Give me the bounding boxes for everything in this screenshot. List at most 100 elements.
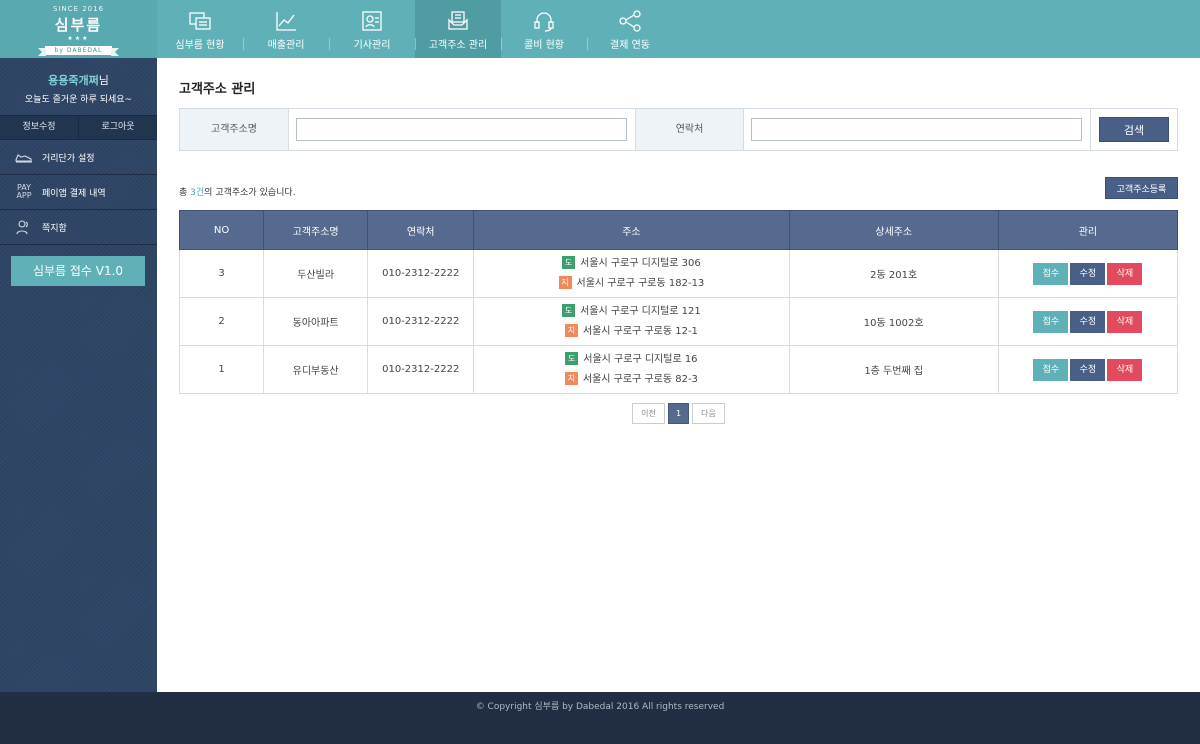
nav-item-call-fee[interactable]: 콜비 현황 (501, 0, 587, 58)
road-address: 도 서울시 구로구 디지털로 306 (474, 254, 788, 274)
sidebar-item-payapp-history[interactable]: PAY APP 페이앱 결제 내역 (0, 175, 157, 210)
logo-stars: ★★★ (67, 35, 90, 42)
cell-actions: 접수 수정 삭제 (997, 297, 1179, 346)
page-title: 고객주소 관리 (179, 82, 256, 97)
count-suffix: 의 고객주소가 있습니다. (204, 188, 296, 198)
count-value: 3건 (190, 188, 205, 198)
line-chart-icon (276, 12, 296, 31)
lot-address: 지 서울시 구로구 구로동 182-13 (474, 274, 788, 294)
col-header-no: NO (178, 210, 265, 250)
logo[interactable]: SINCE 2016 심부름 ★★★ by DABEDAL (0, 0, 157, 58)
greeting-text: 오늘도 즐거운 하루 되세요~ (24, 95, 133, 105)
errand-order-button[interactable]: 심부름 접수 V1.0 (11, 256, 145, 286)
user-info: 용용죽개쩌님 오늘도 즐거운 하루 되세요~ (0, 58, 157, 115)
nav-item-sales[interactable]: 매출관리 (243, 0, 329, 58)
lot-address-tag: 지 (564, 372, 578, 385)
top-bar: SINCE 2016 심부름 ★★★ by DABEDAL 심부름 현황 매출관… (0, 0, 1200, 58)
chat-list-icon (189, 12, 211, 30)
logo-since: SINCE 2016 (52, 5, 105, 13)
lot-address-text: 서울시 구로구 구로동 82-3 (582, 373, 698, 385)
cell-name: 동아아파트 (263, 297, 369, 346)
sidebar-item-messages[interactable]: 쪽지함 (0, 210, 157, 245)
cell-detail: 10동 1002호 (788, 297, 999, 346)
lot-address-tag: 지 (564, 324, 578, 337)
lot-address-text: 서울시 구로구 구로동 182-13 (576, 277, 705, 289)
cell-phone: 010-2312-2222 (367, 249, 475, 298)
nav-label: 심부름 현황 (175, 40, 225, 51)
cell-detail: 1층 두번째 집 (788, 345, 999, 394)
headset-icon (534, 12, 554, 32)
cell-detail: 2동 201호 (788, 249, 999, 298)
result-count: 총 3건의 고객주소가 있습니다. (179, 185, 296, 198)
cell-actions: 접수 수정 삭제 (997, 249, 1179, 298)
delete-button[interactable]: 삭제 (1107, 358, 1143, 381)
lot-address: 지 서울시 구로구 구로동 82-3 (474, 370, 788, 390)
delete-button[interactable]: 삭제 (1107, 310, 1143, 333)
accept-button[interactable]: 접수 (1033, 358, 1069, 381)
phone-field-wrap (744, 109, 1091, 150)
accept-button[interactable]: 접수 (1033, 310, 1069, 333)
nav-label: 고객주소 관리 (428, 40, 488, 51)
edit-button[interactable]: 수정 (1070, 358, 1106, 381)
road-address-tag: 도 (565, 352, 579, 365)
road-address-text: 서울시 구로구 디지털로 16 (583, 353, 698, 365)
nav-item-drivers[interactable]: 기사관리 (329, 0, 415, 58)
nav-label: 결제 연동 (610, 40, 650, 51)
col-header-name: 고객주소명 (263, 210, 369, 250)
nav-item-payment[interactable]: 결제 연동 (587, 0, 673, 58)
table-header-row: NO 고객주소명 연락처 주소 상세주소 관리 (178, 210, 1179, 250)
lot-address-text: 서울시 구로구 구로동 12-1 (582, 325, 698, 337)
profile-edit-link[interactable]: 정보수정 (0, 116, 78, 139)
side-menu: 거리단가 설정 PAY APP 페이앱 결제 내역 쪽지함 (0, 140, 157, 245)
inbox-icon (448, 11, 468, 30)
page-1-button[interactable]: 1 (668, 403, 689, 424)
delete-button[interactable]: 삭제 (1107, 262, 1143, 285)
main-content: 고객주소 관리 고객주소명 연락처 검색 총 3건의 고객주소가 있습니다. 고… (157, 58, 1200, 692)
nickname-suffix: 님 (98, 74, 109, 87)
next-page-button[interactable]: 다음 (692, 403, 725, 424)
sidebar-item-label: 거리단가 설정 (42, 153, 95, 164)
sidebar-item-distance-rate[interactable]: 거리단가 설정 (0, 140, 157, 175)
sidebar-item-label: 쪽지함 (42, 223, 67, 234)
main-nav: 심부름 현황 매출관리 기사관리 고객주소 관리 콜비 현황 결제 연동 (157, 0, 673, 58)
phone-input[interactable] (751, 118, 1082, 141)
search-button[interactable]: 검색 (1099, 117, 1169, 142)
logo-name: 심부름 (54, 16, 103, 34)
search-button-wrap: 검색 (1091, 109, 1177, 150)
logout-link[interactable]: 로그아웃 (78, 116, 157, 139)
col-header-manage: 관리 (997, 210, 1179, 250)
table-row: 3 두산빌라 010-2312-2222 도 서울시 구로구 디지털로 306 지… (178, 249, 1179, 298)
register-address-button[interactable]: 고객주소등록 (1105, 177, 1178, 199)
edit-button[interactable]: 수정 (1070, 262, 1106, 285)
nav-item-errand-status[interactable]: 심부름 현황 (157, 0, 243, 58)
sidebar-item-label: 페이앱 결제 내역 (42, 188, 106, 199)
road-address-tag: 도 (562, 304, 576, 317)
user-nickname: 용용죽개쩌 (48, 74, 99, 87)
edit-button[interactable]: 수정 (1070, 310, 1106, 333)
user-greeting-name: 용용죽개쩌님 (0, 72, 157, 88)
cell-actions: 접수 수정 삭제 (997, 345, 1179, 394)
logo-ribbon: by DABEDAL (37, 46, 120, 56)
cell-name: 유디부동산 (263, 345, 369, 394)
users-icon (14, 219, 34, 235)
copyright-text: © Copyright 심부름 by Dabedal 2016 All righ… (475, 702, 725, 712)
prev-page-button[interactable]: 이전 (632, 403, 665, 424)
phone-label: 연락처 (636, 109, 744, 150)
address-name-input[interactable] (296, 118, 627, 141)
count-prefix: 총 (179, 188, 191, 198)
nav-item-customer-address[interactable]: 고객주소 관리 (415, 0, 501, 58)
cell-no: 2 (178, 297, 265, 346)
footer: © Copyright 심부름 by Dabedal 2016 All righ… (0, 692, 1200, 744)
sidebar: 용용죽개쩌님 오늘도 즐거운 하루 되세요~ 정보수정 로그아웃 거리단가 설정… (0, 58, 157, 692)
pagination: 이전 1 다음 (632, 403, 728, 424)
share-nodes-icon (619, 10, 641, 32)
accept-button[interactable]: 접수 (1033, 262, 1069, 285)
road-address-text: 서울시 구로구 디지털로 121 (580, 305, 701, 317)
lot-address-tag: 지 (558, 276, 572, 289)
cell-address: 도 서울시 구로구 디지털로 16 지 서울시 구로구 구로동 82-3 (473, 345, 790, 394)
lot-address: 지 서울시 구로구 구로동 12-1 (474, 322, 788, 342)
address-table: NO 고객주소명 연락처 주소 상세주소 관리 3 두산빌라 010-2312-… (178, 210, 1179, 394)
id-card-icon (362, 11, 382, 31)
address-name-field-wrap (289, 109, 636, 150)
road-address: 도 서울시 구로구 디지털로 121 (474, 302, 788, 322)
